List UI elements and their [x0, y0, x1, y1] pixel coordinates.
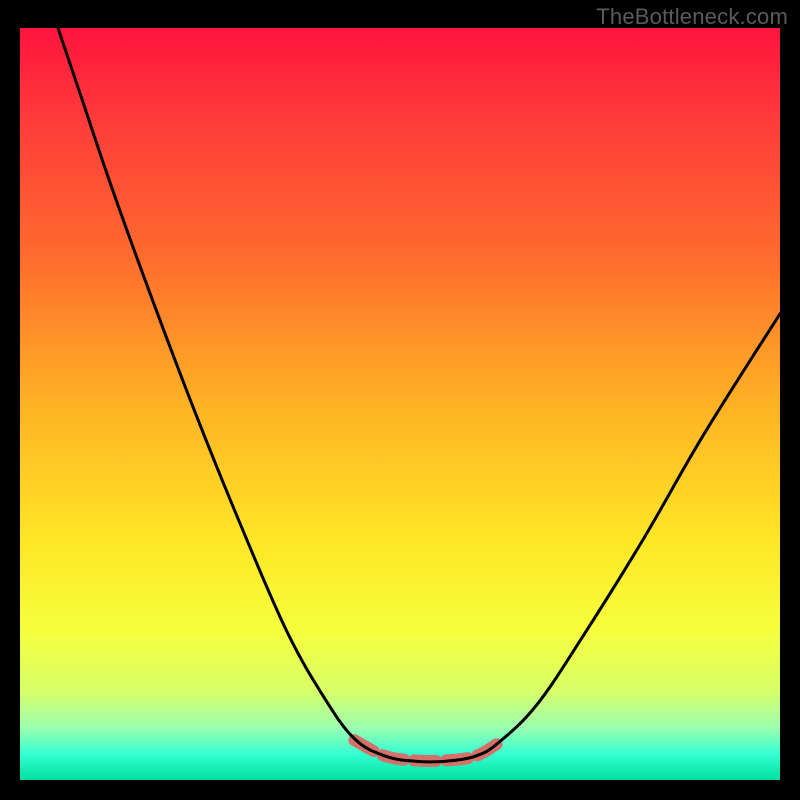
- minimum-highlight-segment: [354, 740, 502, 761]
- curve-layer: [20, 28, 780, 780]
- chart-frame: TheBottleneck.com: [0, 0, 800, 800]
- bottleneck-curve-line: [58, 28, 780, 762]
- plot-area: [20, 28, 780, 780]
- attribution-text: TheBottleneck.com: [596, 4, 788, 30]
